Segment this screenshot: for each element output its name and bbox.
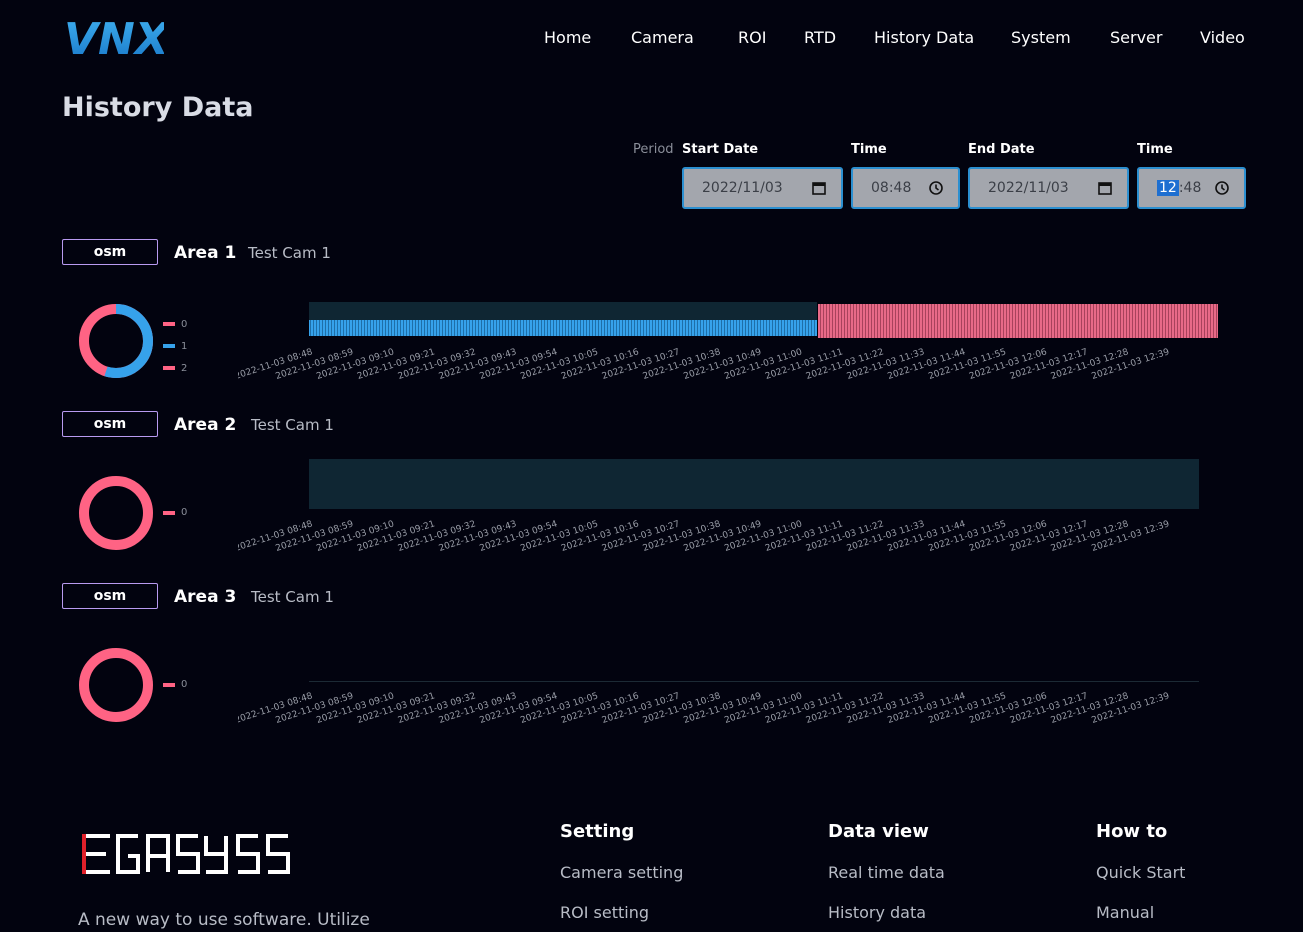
nav-roi[interactable]: ROI: [738, 28, 766, 47]
area3-legend: 0: [163, 679, 187, 690]
area3-name: Area 3: [174, 587, 237, 607]
legend-swatch: [163, 682, 175, 687]
footer-tagline: A new way to use software. Utilize: [78, 910, 370, 930]
clock-icon[interactable]: [1214, 180, 1230, 196]
start-time-value: 08:48: [871, 180, 912, 196]
legend-label: 0: [181, 679, 188, 690]
area3-timeline-chart: [309, 681, 1199, 682]
area1-camera: Test Cam 1: [248, 244, 331, 262]
legend-item: 2: [163, 357, 187, 379]
legend-swatch: [163, 366, 175, 370]
timeline-segment-1: [309, 320, 817, 336]
footer-link-manual[interactable]: Manual: [1096, 903, 1154, 922]
footer-link-roi-setting[interactable]: ROI setting: [560, 903, 649, 922]
legend-item: 0: [163, 679, 187, 690]
end-date-input[interactable]: 2022/11/03: [968, 167, 1129, 209]
start-date-input[interactable]: 2022/11/03: [682, 167, 843, 209]
egasys-logo: [82, 834, 290, 874]
calendar-icon[interactable]: [1097, 180, 1113, 196]
area1-timeline-chart: [309, 302, 1218, 338]
nav-system[interactable]: System: [1011, 28, 1071, 47]
legend-label: 0: [181, 318, 188, 330]
legend-label: 1: [181, 340, 188, 352]
area1-x-axis: 2022-11-03 08:482022-11-03 08:592022-11-…: [238, 347, 1171, 382]
footer-heading-data-view: Data view: [828, 821, 929, 842]
area2-camera: Test Cam 1: [251, 416, 334, 434]
legend-label: 0: [181, 507, 188, 518]
end-time-hour-selected: 12: [1157, 180, 1179, 196]
end-time-input[interactable]: 12:48: [1137, 167, 1246, 209]
vnx-logo[interactable]: VNX: [64, 14, 164, 62]
end-time-label: Time: [1137, 142, 1173, 157]
area2-x-axis: 2022-11-03 08:482022-11-03 08:592022-11-…: [238, 519, 1171, 554]
footer-link-camera-setting[interactable]: Camera setting: [560, 863, 683, 882]
svg-text:VNX: VNX: [64, 14, 164, 62]
end-time-minutes: :48: [1178, 180, 1202, 196]
start-date-label: Start Date: [682, 142, 759, 157]
period-label: Period: [633, 142, 674, 157]
clock-icon[interactable]: [928, 180, 944, 196]
legend-swatch: [163, 322, 175, 326]
timeline-background: [309, 302, 817, 320]
area3-badge[interactable]: osm: [62, 583, 158, 609]
donut-slice-0: [79, 476, 153, 550]
nav-home[interactable]: Home: [544, 28, 591, 47]
legend-label: 2: [181, 362, 188, 374]
end-date-label: End Date: [968, 142, 1035, 157]
nav-rtd[interactable]: RTD: [804, 28, 836, 47]
area1-donut-chart: [79, 304, 153, 378]
timeline-segment-2: [818, 304, 1218, 338]
area2-badge[interactable]: osm: [62, 411, 158, 437]
area1-name: Area 1: [174, 243, 237, 263]
nav-server[interactable]: Server: [1110, 28, 1162, 47]
footer-link-real-time-data[interactable]: Real time data: [828, 863, 945, 882]
end-time-value: 12:48: [1157, 180, 1201, 196]
legend-item: 1: [163, 335, 187, 357]
legend-item: 0: [163, 507, 187, 518]
legend-swatch: [163, 510, 175, 515]
nav-history-data[interactable]: History Data: [874, 28, 974, 47]
start-date-value: 2022/11/03: [702, 180, 783, 196]
end-date-value: 2022/11/03: [988, 180, 1069, 196]
area2-donut-chart: [79, 476, 153, 550]
area3-camera: Test Cam 1: [251, 588, 334, 606]
area2-name: Area 2: [174, 415, 237, 435]
start-time-label: Time: [851, 142, 887, 157]
donut-slice-0: [79, 648, 153, 722]
legend-swatch: [163, 344, 175, 348]
footer-link-quick-start[interactable]: Quick Start: [1096, 863, 1185, 882]
page-title: History Data: [62, 92, 254, 123]
calendar-icon[interactable]: [811, 180, 827, 196]
nav-camera[interactable]: Camera: [631, 28, 694, 47]
area1-legend: 0 1 2: [163, 313, 187, 379]
area3-x-axis: 2022-11-03 08:482022-11-03 08:592022-11-…: [238, 691, 1171, 726]
start-time-input[interactable]: 08:48: [851, 167, 960, 209]
area3-donut-chart: [79, 648, 153, 722]
area2-legend: 0: [163, 507, 187, 518]
legend-item: 0: [163, 313, 187, 335]
nav-video[interactable]: Video: [1200, 28, 1245, 47]
footer-heading-setting: Setting: [560, 821, 635, 842]
footer-heading-how-to: How to: [1096, 821, 1168, 842]
area2-timeline-chart: [309, 459, 1199, 509]
footer-link-history-data[interactable]: History data: [828, 903, 926, 922]
area1-badge[interactable]: osm: [62, 239, 158, 265]
